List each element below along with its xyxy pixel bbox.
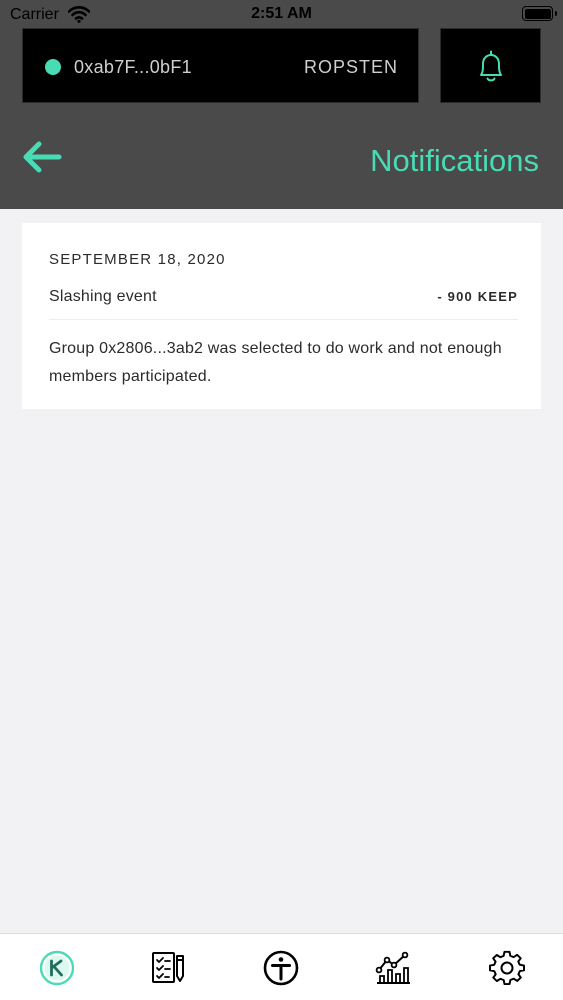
keep-logo-icon xyxy=(39,950,75,986)
gear-icon xyxy=(489,950,525,986)
notification-event: Slashing event xyxy=(49,288,157,305)
tab-overview[interactable] xyxy=(39,950,75,986)
tab-tasks[interactable] xyxy=(150,950,186,986)
tab-bar xyxy=(0,933,563,1000)
network-label: ROPSTEN xyxy=(303,57,398,77)
back-arrow-icon[interactable] xyxy=(22,140,62,174)
status-time: 2:51 AM xyxy=(251,5,312,22)
tab-stats[interactable] xyxy=(375,950,411,986)
stats-chart-icon xyxy=(375,951,410,984)
tab-settings[interactable] xyxy=(489,950,525,986)
wallet-address: 0xab7F...0bF1 xyxy=(74,57,192,77)
divider xyxy=(49,319,518,320)
page-title: Notifications xyxy=(370,143,539,178)
notification-description: Group 0x2806...3ab2 was selected to do w… xyxy=(49,340,502,385)
wallet-selector[interactable]: 0xab7F...0bF1 ROPSTEN xyxy=(22,28,419,103)
battery-icon xyxy=(522,6,557,21)
top-bar: Carrier 2:51 AM 0xab7F...0bF1 ROPSTEN No… xyxy=(0,0,563,209)
tab-tokens[interactable] xyxy=(263,950,299,986)
notification-date: SEPTEMBER 18, 2020 xyxy=(49,251,226,268)
notifications-button[interactable] xyxy=(440,28,541,103)
checklist-icon xyxy=(152,952,184,983)
connection-status-dot xyxy=(45,59,61,75)
bell-icon xyxy=(480,50,502,82)
notification-amount: - 900 KEEP xyxy=(437,289,518,304)
status-bar: Carrier 2:51 AM xyxy=(0,0,563,28)
notification-card[interactable]: SEPTEMBER 18, 2020 Slashing event - 900 … xyxy=(22,223,541,409)
token-icon xyxy=(263,950,299,986)
